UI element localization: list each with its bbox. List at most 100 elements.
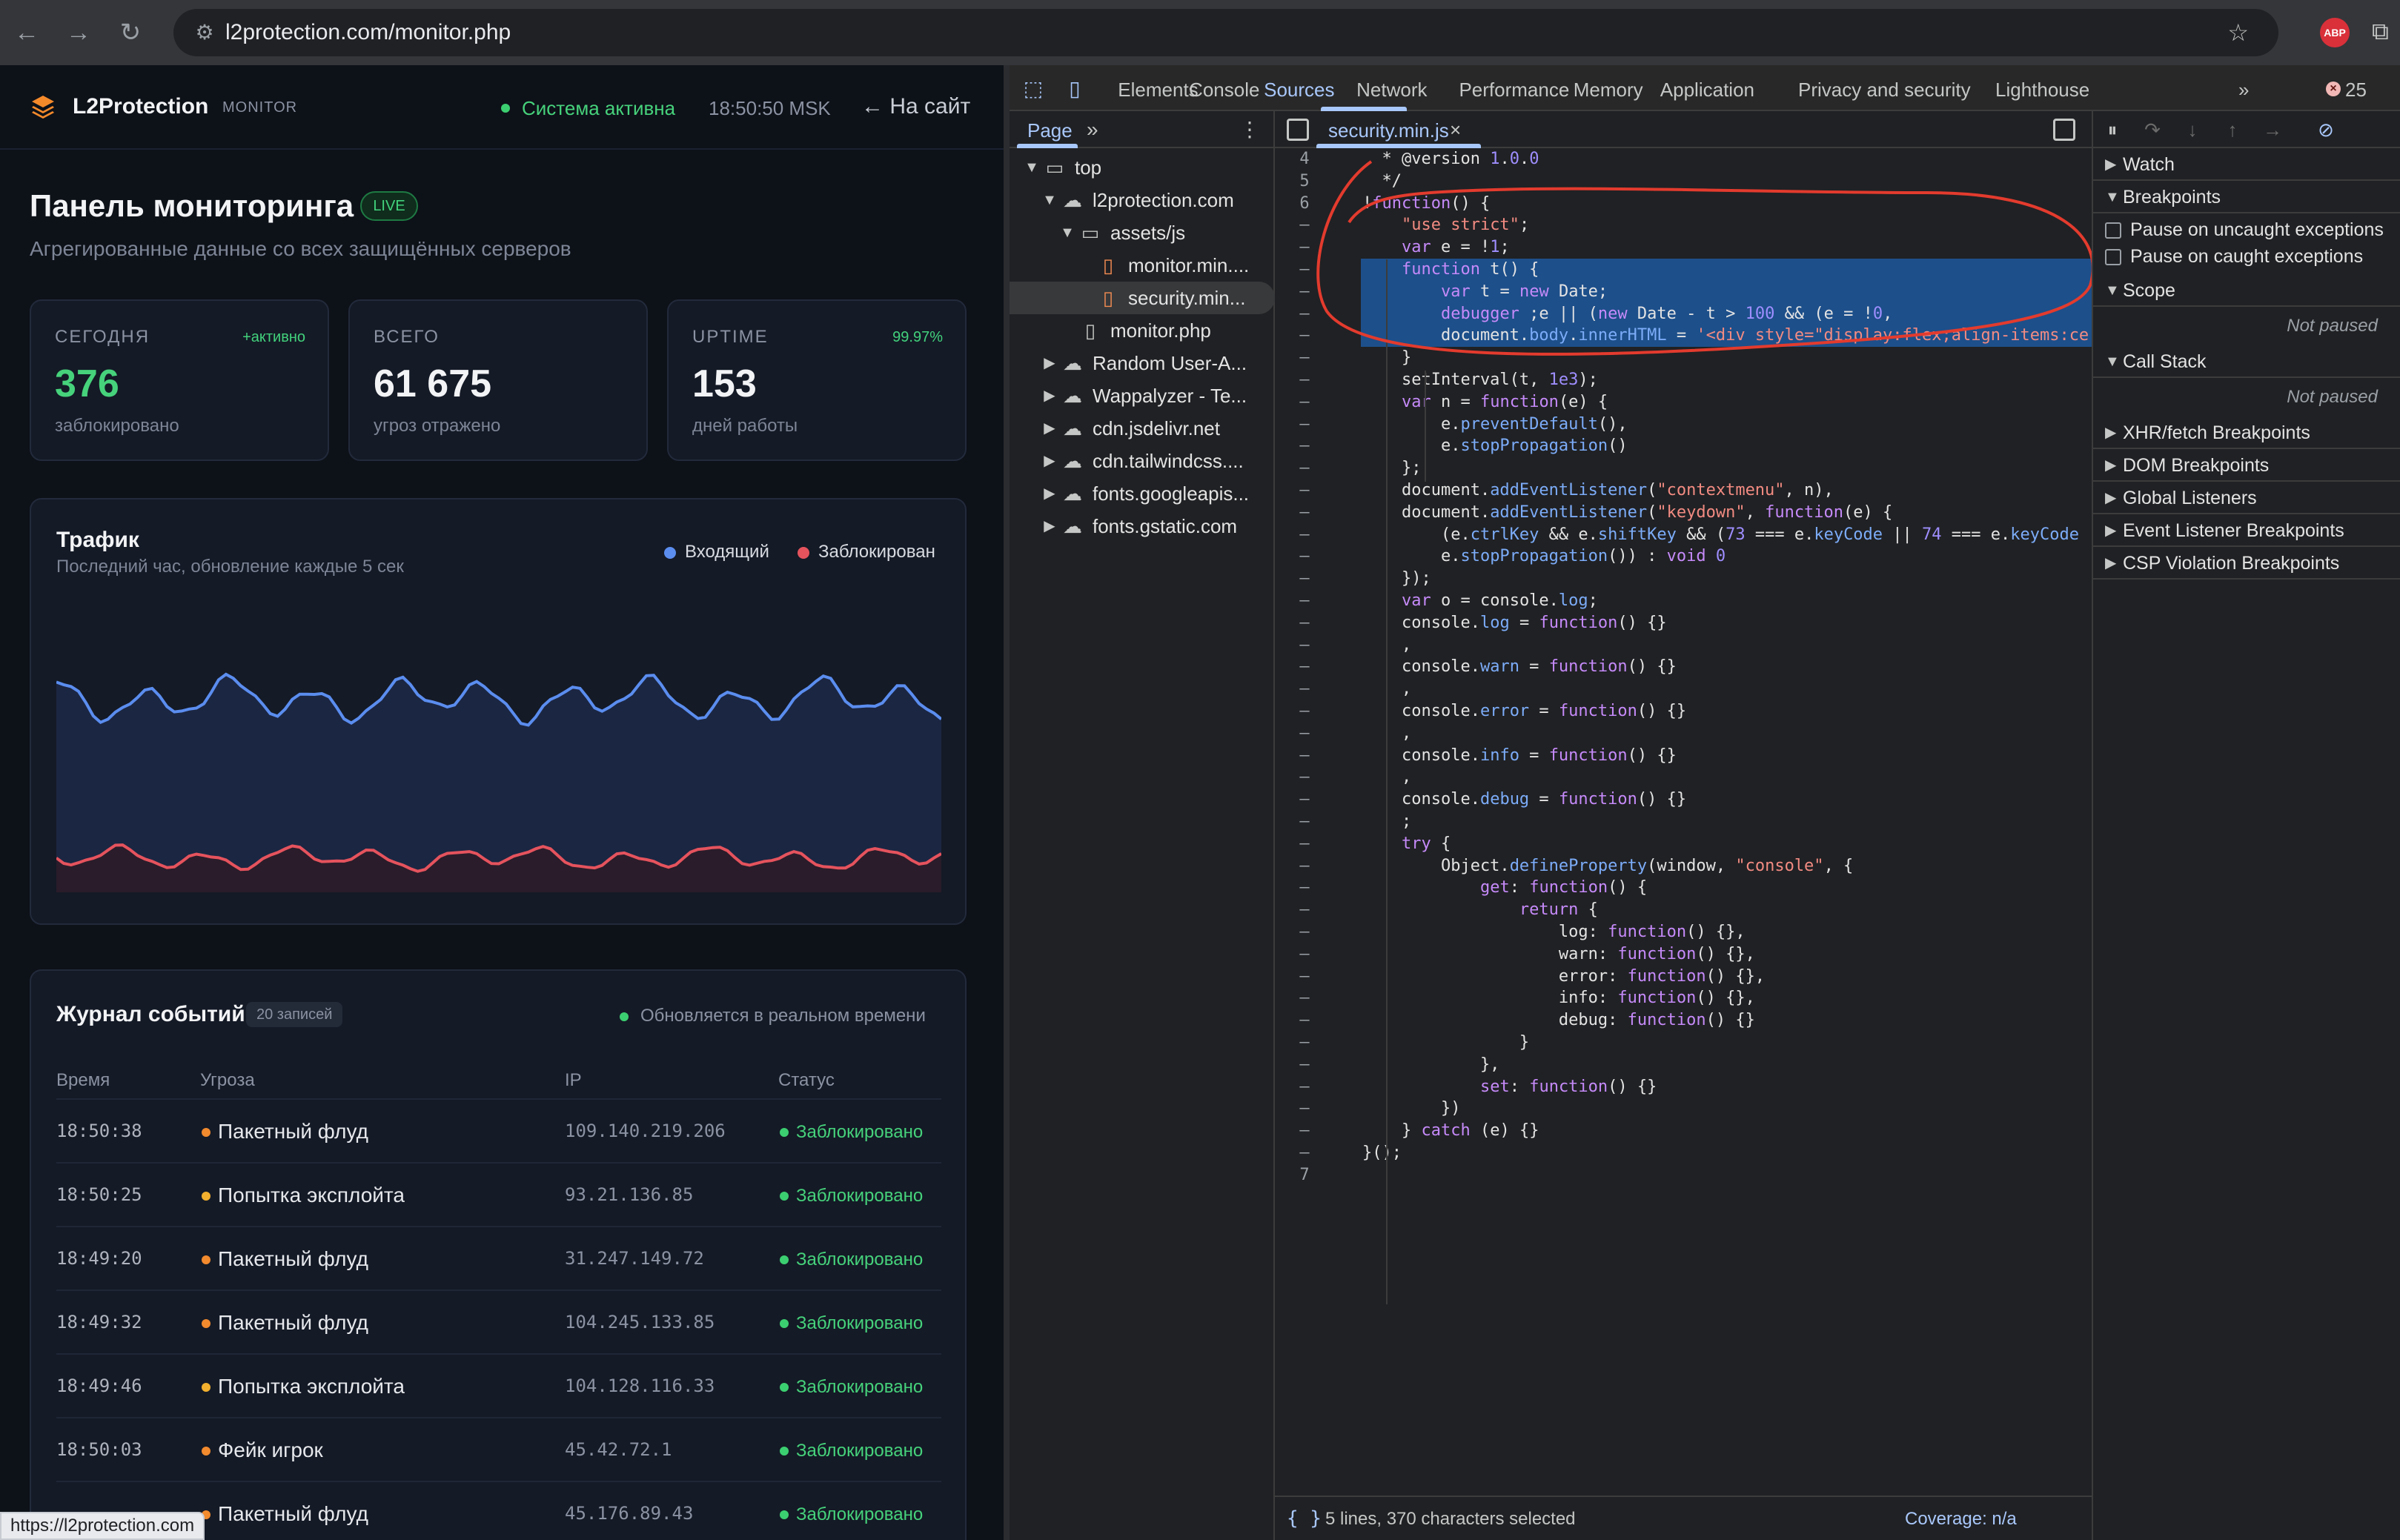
close-tab-icon[interactable]: × [1450,117,1461,142]
line-number[interactable]: – [1275,1054,1334,1076]
line-number[interactable]: – [1275,414,1334,436]
kebab-menu-icon[interactable]: ⋮ [1239,117,1260,142]
code-line[interactable]: var o = console.log; [1362,590,1598,612]
tree-item[interactable]: ▶ ☁ cdn.tailwindcss.... [1010,445,1275,477]
event-listener-breakpoints-section[interactable]: ▶ Event Listener Breakpoints [2093,514,2400,547]
watch-section[interactable]: ▶ Watch [2093,148,2400,181]
line-number[interactable]: – [1275,700,1334,723]
code-line[interactable]: document.addEventListener("contextmenu",… [1362,479,1834,502]
line-number[interactable]: 5 [1275,170,1334,193]
global-listeners-section[interactable]: ▶ Global Listeners [2093,482,2400,514]
line-number[interactable]: – [1275,745,1334,767]
code-line[interactable]: Object.defineProperty(window, "console",… [1362,855,1853,877]
site-settings-icon[interactable]: ⚙ [191,19,218,46]
line-number[interactable]: 6 [1275,193,1334,215]
code-line[interactable]: */ [1362,170,1402,193]
deactivate-breakpoints-icon[interactable]: ⊘ [2311,117,2341,142]
scope-section[interactable]: ▼ Scope [2093,274,2400,307]
code-line[interactable]: return { [1362,899,1598,921]
code-line[interactable]: debug: function() {} [1362,1009,1755,1032]
line-number[interactable]: – [1275,568,1334,590]
line-number[interactable]: – [1275,347,1334,369]
line-number[interactable]: – [1275,479,1334,502]
code-line[interactable]: e.stopPropagation() [1362,435,1628,457]
line-number[interactable]: – [1275,612,1334,634]
code-line[interactable]: }(); [1362,1142,1402,1164]
line-number[interactable]: – [1275,303,1334,325]
tree-item[interactable]: ▼ ☁ l2protection.com [1010,184,1275,216]
expand-icon[interactable]: ▶ [1041,516,1058,537]
expand-icon[interactable]: ▶ [1041,353,1058,374]
code-line[interactable]: e.preventDefault(), [1362,414,1628,436]
csp-violation-breakpoints-section[interactable]: ▶ CSP Violation Breakpoints [2093,547,2400,580]
tree-item[interactable]: ▶ ☁ fonts.googleapis... [1010,477,1275,510]
code-line[interactable]: debugger ;e || (new Date - t > 100 && (e… [1362,303,1892,325]
table-row[interactable]: 18:49:32 Пакетный флуд 104.245.133.85 Забло… [56,1290,941,1353]
error-count[interactable]: 25 [2345,77,2367,102]
line-number[interactable]: – [1275,1076,1334,1098]
line-number[interactable]: – [1275,391,1334,414]
call-stack-section[interactable]: ▼ Call Stack [2093,345,2400,378]
line-number[interactable]: – [1275,899,1334,921]
tree-item[interactable]: ▶ ☁ cdn.jsdelivr.net [1010,412,1275,445]
tab-memory[interactable]: Memory [1574,77,1643,102]
code-line[interactable]: document.addEventListener("keydown", fun… [1362,502,1892,524]
code-line[interactable]: }; [1362,457,1422,479]
collapse-icon[interactable]: ▼ [1023,157,1041,178]
line-number[interactable]: – [1275,236,1334,259]
tree-item[interactable]: ▯ security.min... [1010,282,1275,314]
device-toolbar-icon[interactable]: ▯ [1061,76,1088,102]
table-row[interactable]: 18:50:38 Пакетный флуд 109.140.219.206 Забл… [56,1098,941,1162]
line-number[interactable]: 7 [1275,1164,1334,1186]
pause-caught-checkbox[interactable] [2105,249,2121,265]
more-navigator-tabs-icon[interactable]: » [1087,117,1098,142]
tree-item[interactable]: ▯ monitor.min.... [1010,249,1275,282]
line-number[interactable]: – [1275,723,1334,745]
step-over-icon[interactable]: ↷ [2138,117,2167,142]
tab-console[interactable]: Console [1189,77,1259,102]
tree-item[interactable]: ▼ ▭ assets/js [1010,216,1275,249]
tab-network[interactable]: Network [1356,77,1427,102]
code-line[interactable]: var t = new Date; [1362,281,1608,303]
line-number[interactable]: – [1275,590,1334,612]
tree-item[interactable]: ▶ ☁ Wappalyzer - Te... [1010,379,1275,412]
tree-item[interactable]: ▶ ☁ Random User-A... [1010,347,1275,379]
tree-item[interactable]: ▯ monitor.php [1010,314,1275,347]
code-line[interactable]: warn: function() {}, [1362,943,1755,966]
code-line[interactable]: log: function() {}, [1362,921,1746,943]
inspect-element-icon[interactable]: ⬚ [1020,76,1047,102]
code-line[interactable]: get: function() { [1362,877,1647,899]
line-number[interactable]: – [1275,811,1334,833]
code-line[interactable]: "use strict"; [1362,214,1529,236]
code-line[interactable]: }) [1362,1098,1461,1120]
code-line[interactable]: } catch (e) {} [1362,1120,1539,1142]
toggle-navigator-icon[interactable] [1287,119,1309,141]
line-number[interactable]: – [1275,502,1334,524]
tab-application[interactable]: Application [1660,77,1754,102]
line-number[interactable]: – [1275,634,1334,657]
line-number[interactable]: – [1275,457,1334,479]
forward-arrow-icon[interactable]: → [62,16,95,49]
breakpoints-section[interactable]: ▼ Breakpoints [2093,181,2400,213]
step-into-icon[interactable]: ↓ [2178,117,2207,142]
tree-item[interactable]: ▶ ☁ fonts.gstatic.com [1010,510,1275,542]
coverage-info[interactable]: Coverage: n/a [1905,1507,2017,1531]
line-number[interactable]: – [1275,1032,1334,1054]
table-row[interactable]: 18:50:03 Фейк игрок 45.42.72.1 Заблокирован… [56,1417,941,1481]
code-line[interactable]: !function() { [1362,193,1490,215]
line-number[interactable]: – [1275,855,1334,877]
line-number[interactable]: – [1275,281,1334,303]
line-number[interactable]: – [1275,259,1334,281]
line-number[interactable]: – [1275,369,1334,391]
line-number[interactable]: – [1275,325,1334,347]
code-line[interactable]: * @version 1.0.0 [1362,148,1539,170]
code-line[interactable]: console.error = function() {} [1362,700,1686,723]
tab-privacy-and-security[interactable]: Privacy and security [1798,77,1971,102]
line-number[interactable]: – [1275,678,1334,700]
line-number[interactable]: – [1275,921,1334,943]
table-row[interactable]: 18:49:20 Пакетный флуд 31.247.149.72 Заблок… [56,1226,941,1290]
collapse-icon[interactable]: ▼ [1041,190,1058,210]
more-tabs-icon[interactable]: » [2238,77,2249,102]
line-number[interactable]: – [1275,545,1334,568]
code-line[interactable]: set: function() {} [1362,1076,1657,1098]
